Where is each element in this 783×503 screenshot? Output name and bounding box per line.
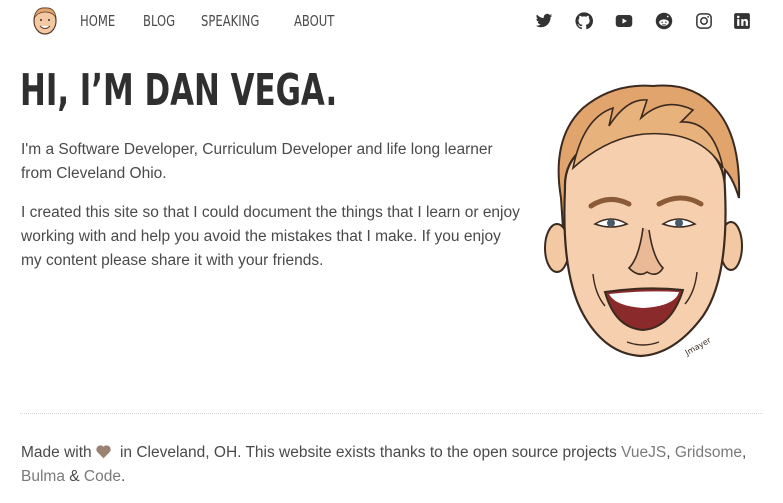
separator: , — [666, 444, 671, 461]
bulma-link[interactable]: Bulma — [21, 468, 65, 485]
site-logo-avatar[interactable] — [30, 6, 60, 38]
separator: , — [742, 444, 747, 461]
linkedin-icon[interactable] — [733, 12, 751, 30]
page-title: HI, I’M DAN VEGA. — [20, 65, 338, 116]
footer-location: in Cleveland, OH. This website exists th… — [119, 444, 617, 461]
vuejs-link[interactable]: VueJS — [621, 444, 666, 461]
instagram-icon[interactable] — [695, 12, 713, 30]
github-icon[interactable] — [575, 12, 593, 30]
gridsome-link[interactable]: Gridsome — [675, 444, 742, 461]
code-link[interactable]: Code — [84, 468, 121, 485]
page: HOME BLOG SPEAKING ABOUT HI, I’M DAN VEG… — [0, 0, 783, 503]
nav-links: HOME BLOG SPEAKING ABOUT — [80, 11, 367, 31]
dan-vega-caricature: Jmayer — [544, 84, 743, 358]
nav-link-about[interactable]: ABOUT — [294, 11, 337, 31]
heart-icon — [95, 445, 111, 459]
separator: & — [69, 468, 80, 485]
section-divider — [20, 413, 763, 414]
made-with-label: Made with — [21, 444, 92, 461]
twitter-icon[interactable] — [535, 12, 553, 30]
nav-link-blog[interactable]: BLOG — [143, 11, 175, 31]
nav-link-speaking[interactable]: SPEAKING — [201, 11, 261, 31]
about-site-paragraph: I created this site so that I could docu… — [21, 204, 520, 269]
intro-paragraph: I'm a Software Developer, Curriculum Dev… — [21, 141, 493, 182]
footer-end: . — [120, 468, 126, 485]
svg-text:Jmayer: Jmayer — [683, 335, 713, 358]
youtube-icon[interactable] — [615, 12, 633, 30]
footer-text: Made with in Cleveland, OH. This website… — [21, 441, 761, 489]
nav-link-home[interactable]: HOME — [80, 11, 115, 31]
reddit-icon[interactable] — [655, 12, 673, 30]
top-navbar: HOME BLOG SPEAKING ABOUT — [0, 0, 783, 44]
